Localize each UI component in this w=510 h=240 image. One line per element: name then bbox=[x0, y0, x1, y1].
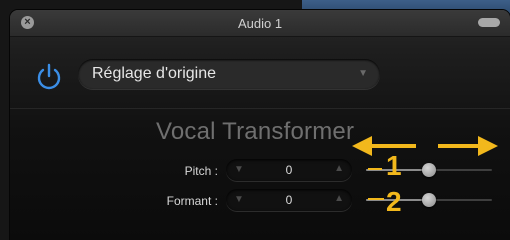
right-arrow bbox=[438, 136, 498, 156]
annotation-number-1: 1 bbox=[386, 150, 402, 181]
annotation-arrows bbox=[352, 136, 498, 200]
left-arrow bbox=[352, 136, 416, 156]
annotation-number-2: 2 bbox=[386, 186, 402, 217]
